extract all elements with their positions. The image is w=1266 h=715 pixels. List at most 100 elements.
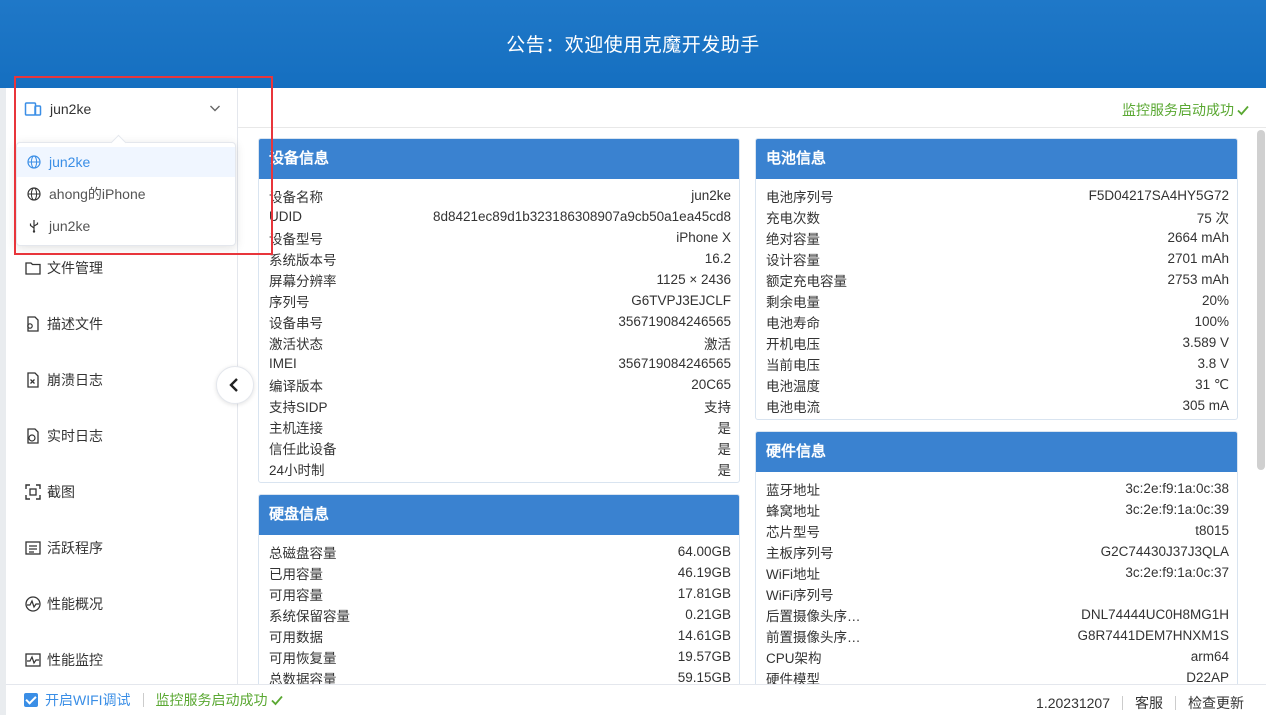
info-row-value: arm64 xyxy=(1190,649,1229,664)
info-row: 电池序列号 F5D04217SA4HY5G72 xyxy=(766,185,1229,206)
sidebar-item-performance-overview[interactable]: 性能概况 xyxy=(16,592,103,616)
info-row: 绝对容量 2664 mAh xyxy=(766,227,1229,248)
device-option-jun2ke-wifi[interactable]: jun2ke xyxy=(17,147,235,177)
sidebar-item-label: 活跃程序 xyxy=(47,540,103,556)
main-divider xyxy=(238,127,1266,128)
footer-monitor-status: 监控服务启动成功 xyxy=(156,690,284,710)
info-row: 电池电流 305 mA xyxy=(766,395,1229,416)
info-row-key: 编译版本 xyxy=(269,378,323,394)
info-row: 剩余电量 20% xyxy=(766,290,1229,311)
footer-bar: 开启WIFI调试 监控服务启动成功 1.20231207 客服 检查更新 xyxy=(6,684,1266,715)
info-row: 信任此设备 是 xyxy=(269,437,731,458)
info-row: 蜂窝地址 3c:2e:f9:1a:0c:39 xyxy=(766,499,1229,520)
info-row-key: 设计容量 xyxy=(766,252,820,268)
app-window: 公告：欢迎使用克魔开发助手 jun2ke 文件管理 描述文件 崩溃日志 实时日志… xyxy=(0,0,1266,715)
customer-service-link[interactable]: 客服 xyxy=(1135,693,1163,713)
info-row-key: 屏幕分辨率 xyxy=(269,273,337,289)
performance-overview-icon xyxy=(25,596,41,612)
info-row: 屏幕分辨率 1125 × 2436 xyxy=(269,269,731,290)
chevron-left-icon xyxy=(229,378,238,392)
info-row: 系统版本号 16.2 xyxy=(269,248,731,269)
info-row: 开机电压 3.589 V xyxy=(766,332,1229,353)
info-row: 主板序列号 G2C74430J37J3QLA xyxy=(766,541,1229,562)
info-row-key: 设备型号 xyxy=(269,231,323,247)
sidebar-item-label: 截图 xyxy=(47,484,75,500)
info-row: 序列号 G6TVPJ3EJCLF xyxy=(269,290,731,311)
info-row-key: 充电次数 xyxy=(766,210,820,226)
usb-icon xyxy=(29,220,39,233)
info-row-value: G8R7441DEM7HNXM1S xyxy=(1077,628,1229,643)
info-row: 主机连接 是 xyxy=(269,416,731,437)
info-row-value: 3c:2e:f9:1a:0c:38 xyxy=(1125,481,1229,496)
monitor-status-text: 监控服务启动成功 xyxy=(1122,102,1234,118)
info-row-key: 蓝牙地址 xyxy=(766,482,820,498)
footer-right: 1.20231207 客服 检查更新 xyxy=(1036,693,1244,713)
sidebar-item-performance-monitor[interactable]: 性能监控 xyxy=(16,648,103,672)
info-row-key: IMEI xyxy=(269,356,297,371)
sidebar-item-crash-logs[interactable]: 崩溃日志 xyxy=(16,368,103,392)
info-row-key: 电池寿命 xyxy=(766,315,820,331)
info-row-key: WiFi序列号 xyxy=(766,587,834,603)
info-row-value: 64.00GB xyxy=(677,544,731,559)
info-row-value: 3c:2e:f9:1a:0c:37 xyxy=(1125,565,1229,580)
info-row-value: 20C65 xyxy=(691,377,731,392)
info-row-value: G6TVPJ3EJCLF xyxy=(631,293,731,308)
folder-icon xyxy=(25,262,41,275)
info-row-key: 蜂窝地址 xyxy=(766,503,820,519)
info-row-value: 是 xyxy=(717,420,732,436)
info-row-value: 2753 mAh xyxy=(1167,272,1229,287)
info-row: 充电次数 75 次 xyxy=(766,206,1229,227)
device-option-label: ahong的iPhone xyxy=(49,186,146,202)
info-row: 蓝牙地址 3c:2e:f9:1a:0c:38 xyxy=(766,478,1229,499)
wifi-debug-label[interactable]: 开启WIFI调试 xyxy=(45,690,131,710)
info-row-value: 3.589 V xyxy=(1182,335,1229,350)
info-row-key: 可用数据 xyxy=(269,629,323,645)
info-row-value: 是 xyxy=(717,441,732,457)
info-row-value: 16.2 xyxy=(704,251,731,266)
info-row: 设计容量 2701 mAh xyxy=(766,248,1229,269)
device-option-jun2ke-usb[interactable]: jun2ke xyxy=(17,211,235,241)
info-row: 电池寿命 100% xyxy=(766,311,1229,332)
info-row: 设备型号 iPhone X xyxy=(269,227,731,248)
hardware-info-title: 硬件信息 xyxy=(756,432,1237,472)
info-row-value: 支持 xyxy=(704,399,731,415)
announcement-text: 公告：欢迎使用克魔开发助手 xyxy=(506,35,760,56)
info-row-value: 0.21GB xyxy=(685,607,731,622)
info-row-value: 3c:2e:f9:1a:0c:39 xyxy=(1125,502,1229,517)
sidebar-item-label: 性能概况 xyxy=(47,596,103,612)
info-row: WiFi序列号 xyxy=(766,583,1229,604)
sidebar-item-label: 实时日志 xyxy=(47,428,103,444)
info-row: 可用容量 17.81GB xyxy=(269,583,731,604)
device-option-label: jun2ke xyxy=(49,218,91,234)
sidebar-item-label: 描述文件 xyxy=(47,316,103,332)
info-row-key: WiFi地址 xyxy=(766,566,820,582)
sidebar-item-screenshot[interactable]: 截图 xyxy=(16,480,75,504)
check-icon xyxy=(1237,105,1249,116)
battery-info-card: 电池信息 电池序列号 F5D04217SA4HY5G72 充电次数 75 次绝对容量 2… xyxy=(755,138,1238,420)
info-row-key: 已用容量 xyxy=(269,566,323,582)
profile-file-icon xyxy=(27,316,39,332)
announcement-bar: 公告：欢迎使用克魔开发助手 xyxy=(0,0,1266,88)
info-row-value: jun2ke xyxy=(691,188,731,203)
device-dropdown: jun2ke ahong的iPhone jun2ke xyxy=(16,142,236,246)
info-row-value: 是 xyxy=(717,462,732,478)
sidebar-item-profiles[interactable]: 描述文件 xyxy=(16,312,103,336)
info-row-key: 信任此设备 xyxy=(269,441,337,457)
sidebar-item-realtime-logs[interactable]: 实时日志 xyxy=(16,424,103,448)
sidebar-item-file-manager[interactable]: 文件管理 xyxy=(16,256,103,280)
check-update-link[interactable]: 检查更新 xyxy=(1188,693,1244,713)
main-scrollbar[interactable] xyxy=(1257,130,1265,470)
wifi-debug-checkbox[interactable] xyxy=(24,693,38,707)
collapse-sidebar-button[interactable] xyxy=(216,366,254,404)
device-option-ahong-iphone[interactable]: ahong的iPhone xyxy=(17,179,235,209)
battery-info-title: 电池信息 xyxy=(756,139,1237,179)
info-row: 设备名称 jun2ke xyxy=(269,185,731,206)
info-row: IMEI 356719084246565 xyxy=(269,353,731,374)
crash-log-icon xyxy=(27,372,39,388)
disk-info-card: 硬盘信息 总磁盘容量 64.00GB 已用容量 46.19GB 可用容量 17.81GB 系… xyxy=(258,494,740,694)
device-select[interactable]: jun2ke xyxy=(18,96,230,122)
sidebar-item-active-apps[interactable]: 活跃程序 xyxy=(16,536,103,560)
info-row: WiFi地址 3c:2e:f9:1a:0c:37 xyxy=(766,562,1229,583)
info-row-value: t8015 xyxy=(1195,523,1229,538)
footer-separator xyxy=(142,693,144,707)
